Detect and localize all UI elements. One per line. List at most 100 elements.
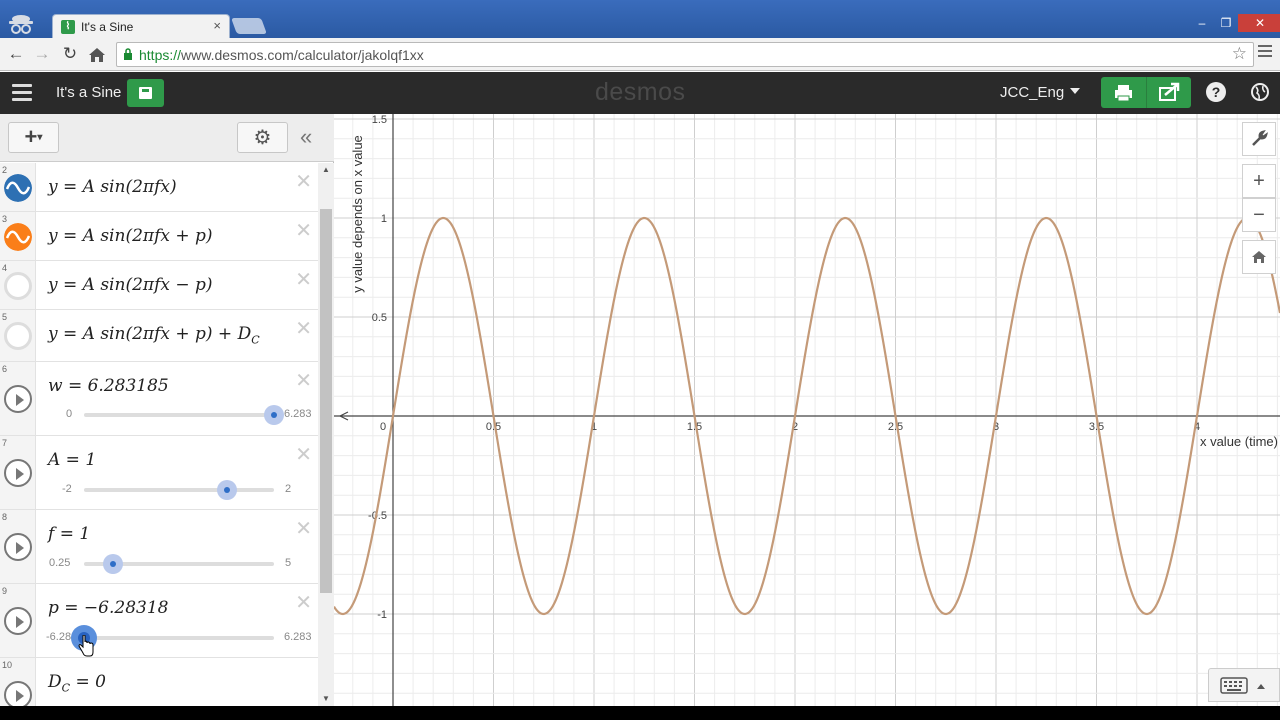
hamburger-menu-icon[interactable] <box>12 84 32 105</box>
slider-max[interactable]: 6.283 <box>284 631 312 643</box>
browser-tab-bar: ⌇ It's a Sine × – ❐ ✕ <box>0 0 1280 38</box>
play-icon[interactable] <box>4 459 32 487</box>
lock-icon <box>124 48 132 60</box>
delete-expression-icon[interactable]: ✕ <box>295 218 312 243</box>
delete-expression-icon[interactable]: ✕ <box>295 442 312 467</box>
slider-row[interactable]: 8 f = 1 0.25 5 ✕ <box>0 510 318 584</box>
help-icon[interactable]: ? <box>1206 82 1226 102</box>
slider-row[interactable]: 9 p = −6.28318 -6.28 6.283 ✕ <box>0 584 318 658</box>
hidden-icon[interactable] <box>4 272 32 300</box>
wrench-icon[interactable] <box>1242 122 1276 156</box>
scroll-up-icon[interactable]: ▲ <box>322 165 330 174</box>
forward-icon[interactable]: → <box>32 44 52 64</box>
url-bar[interactable]: https://www.desmos.com/calculator/jakolq… <box>116 42 1254 67</box>
expression-latex[interactable]: DC = 0 <box>48 672 106 694</box>
share-button[interactable] <box>1146 77 1191 108</box>
screen: ⌇ It's a Sine × – ❐ ✕ ← → ↻ https://www.… <box>0 0 1280 720</box>
expression-row[interactable]: 2 y = A sin(2πfx) ✕ <box>0 163 318 212</box>
delete-expression-icon[interactable]: ✕ <box>295 516 312 541</box>
keyboard-icon <box>1220 677 1265 694</box>
slider-handle[interactable] <box>264 405 284 425</box>
slider-min[interactable]: -6.28 <box>46 631 71 643</box>
delete-expression-icon[interactable]: ✕ <box>295 169 312 194</box>
graph-title[interactable]: It's a Sine <box>56 84 121 101</box>
slider-handle[interactable] <box>103 554 123 574</box>
y-tick-label: 1.5 <box>372 114 387 126</box>
zoom-in-button[interactable]: + <box>1242 164 1276 198</box>
reload-icon[interactable]: ↻ <box>60 44 80 64</box>
expression-latex[interactable]: p = −6.28318 <box>48 598 168 618</box>
expression-list: 2 y = A sin(2πfx) ✕ 3 y = A sin(2πfx + p… <box>0 163 318 706</box>
delete-expression-icon[interactable]: ✕ <box>295 590 312 615</box>
slider-track[interactable] <box>84 554 274 574</box>
back-icon[interactable]: ← <box>6 44 26 64</box>
expression-row[interactable]: 3 y = A sin(2πfx + p) ✕ <box>0 212 318 261</box>
expression-toolbar: +▾ ⚙ « <box>0 114 334 162</box>
keypad-toggle[interactable] <box>1208 668 1280 702</box>
address-toolbar: ← → ↻ https://www.desmos.com/calculator/… <box>0 38 1280 71</box>
incognito-icon <box>9 15 33 34</box>
desmos-header: It's a Sine desmos JCC_Eng ? <box>0 72 1280 114</box>
collapse-panel-icon[interactable]: « <box>300 124 312 150</box>
desmos-logo: desmos <box>595 78 686 106</box>
browser-tab[interactable]: ⌇ It's a Sine × <box>52 14 230 38</box>
slider-row[interactable]: 6 w = 6.283185 0 6.283 ✕ <box>0 362 318 436</box>
minimize-icon[interactable]: – <box>1190 14 1214 32</box>
orange-sine-icon[interactable] <box>4 223 32 251</box>
slider-min[interactable]: -2 <box>62 483 72 495</box>
print-button[interactable] <box>1101 77 1146 108</box>
save-button[interactable] <box>127 79 164 107</box>
expression-row[interactable]: 10 DC = 0 <box>0 658 318 706</box>
slider-track[interactable] <box>84 405 284 425</box>
slider-row[interactable]: 7 A = 1 -2 2 ✕ <box>0 436 318 510</box>
user-menu[interactable]: JCC_Eng <box>1000 84 1081 101</box>
slider-max[interactable]: 5 <box>285 557 291 569</box>
add-item-button[interactable]: +▾ <box>8 122 59 153</box>
expression-panel: +▾ ⚙ « 2 y = A sin(2πfx) ✕ 3 y = A sin(2… <box>0 114 334 706</box>
slider-max[interactable]: 2 <box>285 483 291 495</box>
chrome-menu-icon[interactable] <box>1258 45 1272 60</box>
expression-latex[interactable]: y = A sin(2πfx + p) + DC <box>48 324 260 346</box>
slider-handle[interactable] <box>217 480 237 500</box>
expression-latex[interactable]: w = 6.283185 <box>48 376 169 396</box>
graph-svg[interactable]: 0 0.5 1 1.5 2 2.5 3 3.5 41.510.5-0.5-1x value (t… <box>334 114 1280 706</box>
tab-title: It's a Sine <box>81 20 134 34</box>
slider-track[interactable] <box>84 480 274 500</box>
window-close-icon[interactable]: ✕ <box>1238 14 1280 32</box>
expression-row[interactable]: 4 y = A sin(2πfx − p) ✕ <box>0 261 318 310</box>
y-tick-label: 0.5 <box>372 312 387 324</box>
expression-row[interactable]: 5 y = A sin(2πfx + p) + DC ✕ <box>0 310 318 362</box>
play-icon[interactable] <box>4 533 32 561</box>
home-icon[interactable] <box>88 47 106 63</box>
expression-latex[interactable]: y = A sin(2πfx) <box>48 177 177 197</box>
scrollbar[interactable]: ▲ ▼ <box>318 163 334 706</box>
bookmark-star-icon[interactable]: ☆ <box>1232 44 1247 64</box>
blue-sine-icon[interactable] <box>4 174 32 202</box>
globe-icon[interactable] <box>1250 82 1270 102</box>
delete-expression-icon[interactable]: ✕ <box>295 368 312 393</box>
hidden-icon[interactable] <box>4 322 32 350</box>
x-tick-label: 0 <box>380 421 386 433</box>
scrollbar-thumb[interactable] <box>320 209 332 593</box>
slider-min[interactable]: 0.25 <box>49 557 70 569</box>
expression-latex[interactable]: A = 1 <box>48 450 96 470</box>
graph-paper[interactable]: 0 0.5 1 1.5 2 2.5 3 3.5 4 1.5 1 0.5 -0.5 -1 x value (t… <box>334 114 1280 706</box>
delete-expression-icon[interactable]: ✕ <box>295 316 312 341</box>
slider-min[interactable]: 0 <box>66 408 72 420</box>
play-icon[interactable] <box>4 681 32 706</box>
expression-latex[interactable]: f = 1 <box>48 524 90 544</box>
tab-close-icon[interactable]: × <box>213 18 221 33</box>
new-tab-button[interactable] <box>231 18 267 34</box>
scroll-down-icon[interactable]: ▼ <box>322 694 330 703</box>
gear-icon[interactable]: ⚙ <box>237 122 288 153</box>
play-icon[interactable] <box>4 607 32 635</box>
play-icon[interactable] <box>4 385 32 413</box>
slider-max[interactable]: 6.283 <box>284 408 312 420</box>
restore-icon[interactable]: ❐ <box>1214 14 1238 32</box>
delete-expression-icon[interactable]: ✕ <box>295 267 312 292</box>
default-view-button[interactable] <box>1242 240 1276 274</box>
slider-track[interactable] <box>71 625 274 651</box>
expression-latex[interactable]: y = A sin(2πfx + p) <box>48 226 213 246</box>
zoom-out-button[interactable]: − <box>1242 198 1276 232</box>
expression-latex[interactable]: y = A sin(2πfx − p) <box>48 275 213 295</box>
